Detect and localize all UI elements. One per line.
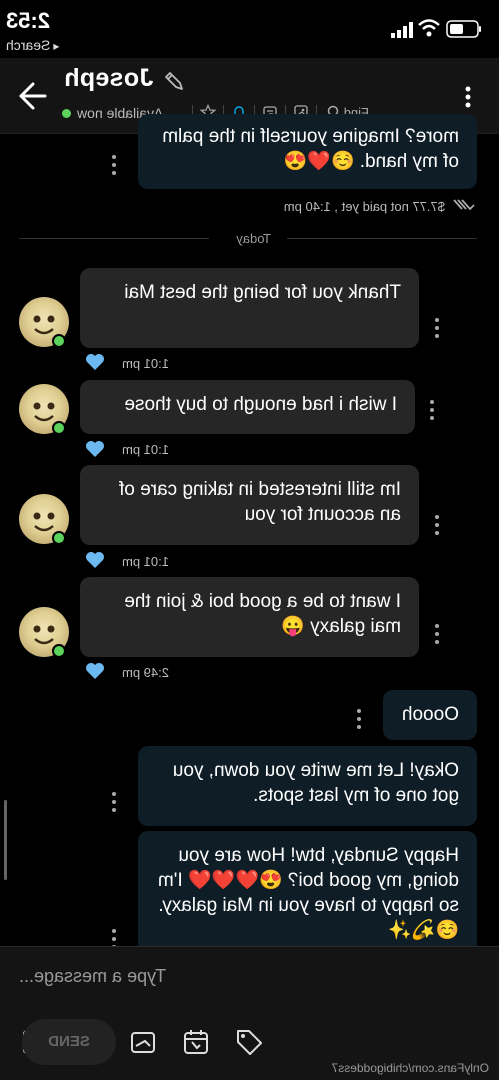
message-options-icon[interactable]: [434, 624, 440, 644]
message-options-icon[interactable]: [111, 792, 117, 812]
message-bubble[interactable]: Okay! Let me write you down, you got one…: [138, 746, 477, 826]
avatar[interactable]: [19, 494, 69, 545]
message-options-icon[interactable]: [356, 709, 362, 729]
divider-line-right: [19, 238, 209, 239]
heart-icon[interactable]: [85, 440, 105, 458]
online-indicator: [52, 531, 66, 545]
battery-icon: [446, 20, 481, 38]
more-icon[interactable]: [464, 86, 472, 108]
pencil-icon[interactable]: [163, 70, 185, 92]
message-bubble[interactable]: more? Imagine yourself in the palm of my…: [138, 114, 477, 189]
heart-icon[interactable]: [85, 353, 105, 371]
message-bubble[interactable]: Thank you for being the best Mai: [80, 268, 419, 348]
status-time: 2:53: [6, 8, 51, 33]
mirrored-screen: 2:53 ◂Search Joseph Available now Find m…: [0, 0, 499, 1080]
online-indicator: [52, 334, 66, 348]
avatar[interactable]: [19, 297, 69, 348]
avatar[interactable]: [19, 384, 69, 435]
message-time: 1:01 pm: [122, 554, 169, 569]
online-indicator: [52, 644, 66, 658]
message-price-meta: $7.77 not paid yet , 1:40 pm: [283, 199, 445, 214]
message-text: Happy Sunday, btw! How are you doing, my…: [157, 845, 459, 941]
watermark: OnlyFans.com/chibigoddess7: [331, 1061, 489, 1075]
message-text: I wish i had enough to buy those: [124, 394, 397, 415]
back-to-app-link[interactable]: ◂Search: [6, 37, 119, 53]
message-text: I want to be a good boi & join the mai g…: [124, 591, 401, 637]
scrollbar[interactable]: [4, 800, 7, 880]
price-tag-icon[interactable]: [235, 1028, 263, 1056]
back-arrow-icon[interactable]: [17, 80, 49, 112]
message-options-icon[interactable]: [429, 400, 435, 420]
online-status-dot: [62, 109, 71, 118]
back-app-label: Search: [6, 37, 51, 53]
message-options-icon[interactable]: [434, 318, 440, 338]
message-bubble[interactable]: Ooooh: [383, 690, 477, 740]
heart-icon[interactable]: [85, 662, 105, 680]
chat-title[interactable]: Joseph: [64, 64, 164, 93]
message-text: Okay! Let me write you down, you got one…: [172, 760, 459, 806]
message-time: 2:49 pm: [122, 665, 169, 680]
message-input[interactable]: Type a message...: [19, 960, 479, 992]
message-bubble[interactable]: I wish i had enough to buy those: [80, 380, 415, 434]
message-text: Im still interested in taking care of an…: [119, 479, 401, 525]
message-text: Thank you for being the best Mai: [124, 282, 401, 303]
message-time: 1:01 pm: [122, 442, 169, 457]
screen: 2:53 ◂Search Joseph Available now Find m…: [0, 0, 499, 1080]
online-indicator: [52, 421, 66, 435]
message-bubble[interactable]: Happy Sunday, btw! How are you doing, my…: [138, 831, 477, 955]
heart-icon[interactable]: [85, 551, 105, 569]
media-vault-icon[interactable]: [129, 1028, 157, 1056]
send-button[interactable]: SEND: [22, 1019, 116, 1065]
signal-icon: [391, 22, 413, 38]
wifi-icon: [418, 19, 440, 37]
message-bubble[interactable]: I want to be a good boi & join the mai g…: [80, 577, 419, 657]
day-divider-label: Today: [236, 231, 271, 246]
message-options-icon[interactable]: [111, 155, 117, 175]
divider-line-left: [287, 238, 477, 239]
avatar[interactable]: [19, 607, 69, 658]
message-text: Ooooh: [401, 704, 459, 725]
message-options-icon[interactable]: [434, 515, 440, 535]
message-time: 1:01 pm: [122, 356, 169, 371]
message-text: more? Imagine yourself in the palm of my…: [162, 126, 459, 172]
message-bubble[interactable]: Im still interested in taking care of an…: [80, 465, 419, 545]
back-triangle-icon: ◂: [53, 39, 60, 53]
double-check-icon: [453, 199, 475, 211]
chat-thread[interactable]: more? Imagine yourself in the palm of my…: [0, 114, 499, 955]
schedule-calendar-icon[interactable]: [182, 1028, 210, 1056]
